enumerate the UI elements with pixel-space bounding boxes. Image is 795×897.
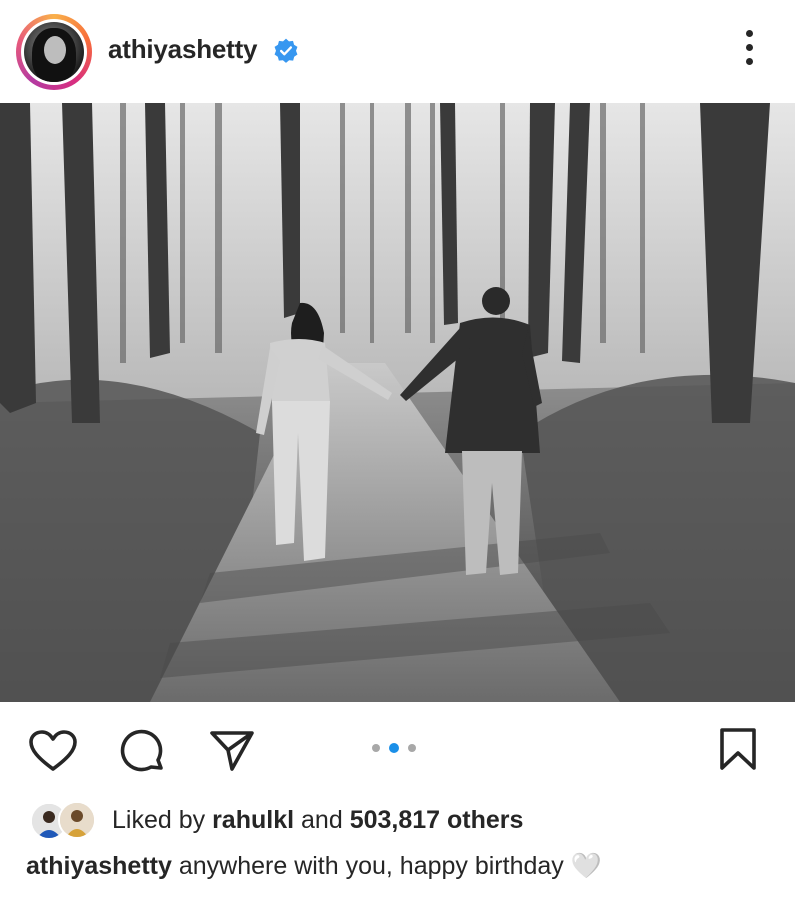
likes-row: Liked by rahulkl and 503,817 others <box>28 800 788 840</box>
caption-emoji: 🤍 <box>570 852 602 880</box>
paper-plane-icon[interactable] <box>208 728 256 774</box>
comment-icon[interactable] <box>119 728 167 776</box>
heart-icon[interactable] <box>28 729 78 773</box>
liker-avatar[interactable] <box>58 801 96 839</box>
carousel-indicator <box>372 743 422 753</box>
carousel-dot-active <box>389 743 399 753</box>
likes-prefix: Liked by <box>112 806 206 834</box>
post-caption: athiyashetty anywhere with you, happy bi… <box>26 852 602 881</box>
caption-text: anywhere with you, happy birthday <box>178 852 564 880</box>
likes-summary[interactable]: Liked by rahulkl and 503,817 others <box>112 806 523 835</box>
post-username[interactable]: athiyashetty <box>108 34 258 65</box>
avatar[interactable] <box>21 19 87 85</box>
avatar-image <box>24 22 84 82</box>
carousel-dot <box>372 744 380 752</box>
caption-username[interactable]: athiyashetty <box>26 852 172 880</box>
story-ring[interactable] <box>16 14 92 90</box>
more-options-icon[interactable] <box>738 30 760 72</box>
liker-username[interactable]: rahulkl <box>212 806 294 834</box>
verified-badge-icon <box>274 38 298 63</box>
bookmark-icon[interactable] <box>718 727 758 771</box>
carousel-dot <box>408 744 416 752</box>
forest-path-photo <box>0 103 795 702</box>
likes-count[interactable]: 503,817 others <box>350 806 524 834</box>
action-bar <box>0 702 795 794</box>
post-image[interactable] <box>0 103 795 702</box>
post-header: athiyashetty <box>0 0 795 103</box>
likes-joiner: and <box>301 806 343 834</box>
